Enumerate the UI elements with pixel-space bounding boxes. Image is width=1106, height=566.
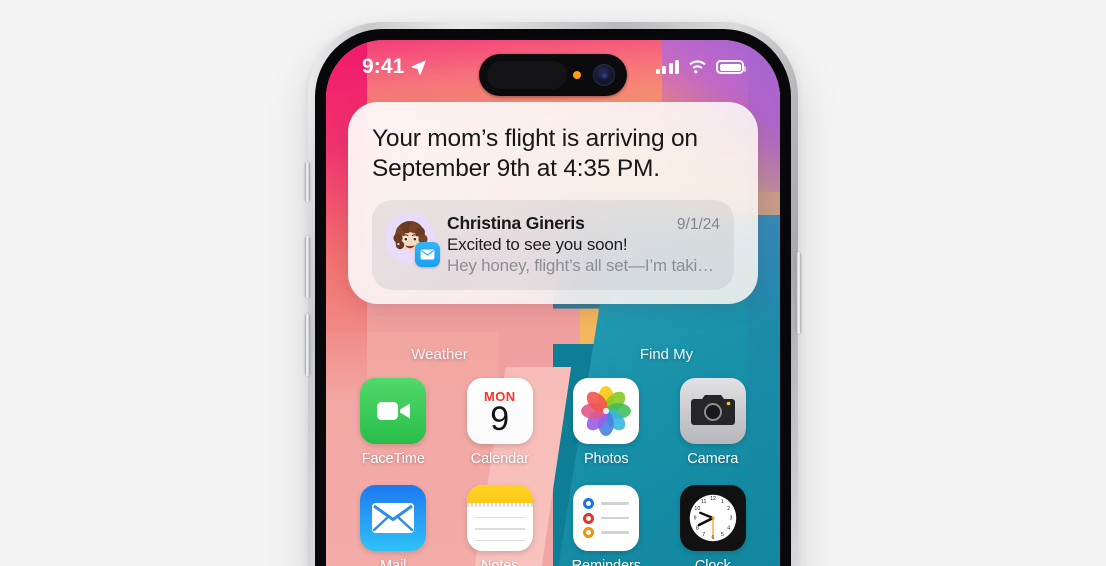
volume-down-button[interactable] xyxy=(305,314,310,376)
app-clock[interactable]: 121 23 45 67 89 1011 xyxy=(660,485,767,566)
avatar xyxy=(385,212,440,267)
svg-text:11: 11 xyxy=(701,499,707,505)
svg-text:9: 9 xyxy=(693,516,696,522)
app-camera[interactable]: Camera xyxy=(660,378,767,467)
svg-text:1: 1 xyxy=(721,499,724,505)
notification-card[interactable]: Your mom’s flight is arriving on Septemb… xyxy=(348,102,758,304)
facetime-icon xyxy=(360,378,427,444)
app-label: Notes xyxy=(481,558,519,566)
sender-name: Christina Gineris xyxy=(447,212,585,233)
device-bezel: 9:41 Your mom’s flight is arriving on Se… xyxy=(315,29,791,566)
clock-icon: 121 23 45 67 89 1011 xyxy=(679,485,746,551)
app-label: FaceTime xyxy=(361,451,425,467)
svg-text:8: 8 xyxy=(696,526,699,532)
widget-label-findmy: Find My xyxy=(639,346,694,363)
svg-text:10: 10 xyxy=(694,506,700,512)
widget-label-weather: Weather xyxy=(411,346,468,363)
wifi-icon xyxy=(689,60,706,74)
iphone-device: 9:41 Your mom’s flight is arriving on Se… xyxy=(305,22,801,566)
message-date: 9/1/24 xyxy=(676,215,720,233)
app-grid: FaceTime MON 9 Calendar Photos Camera Ma… xyxy=(326,378,780,566)
app-mail[interactable]: Mail xyxy=(340,485,447,566)
app-label: Reminders xyxy=(571,558,641,566)
svg-text:7: 7 xyxy=(702,532,705,538)
svg-text:2: 2 xyxy=(727,506,730,512)
app-photos[interactable]: Photos xyxy=(553,378,660,467)
svg-text:4: 4 xyxy=(727,526,730,532)
notification-headline: Your mom’s flight is arriving on Septemb… xyxy=(372,125,698,182)
widget-label-row: Weather Find My xyxy=(326,346,780,363)
mail-app-badge-icon xyxy=(415,241,440,267)
message-preview: Hey honey, flight’s all set—I’m takin… xyxy=(447,255,720,275)
island-pill xyxy=(487,61,567,89)
app-label: Mail xyxy=(380,558,407,566)
front-camera-lens-icon xyxy=(593,64,615,86)
mail-icon xyxy=(360,485,427,551)
calendar-icon: MON 9 xyxy=(466,378,533,444)
photos-icon xyxy=(573,378,640,444)
cellular-signal-icon xyxy=(655,59,679,74)
notes-icon xyxy=(466,485,533,551)
reminders-icon xyxy=(573,485,640,551)
app-reminders[interactable]: Reminders xyxy=(553,485,660,566)
app-notes[interactable]: Notes xyxy=(447,485,554,566)
location-arrow-icon xyxy=(412,60,427,75)
camera-icon xyxy=(679,378,746,444)
app-label: Photos xyxy=(583,451,629,467)
orange-recording-dot-icon xyxy=(573,71,581,79)
action-button[interactable] xyxy=(305,162,310,202)
message-subject: Excited to see you soon! xyxy=(447,234,628,254)
calendar-day: 9 xyxy=(490,399,510,438)
dynamic-island[interactable] xyxy=(479,54,627,96)
app-facetime[interactable]: FaceTime xyxy=(340,378,447,467)
app-label: Clock xyxy=(694,558,731,566)
status-bar-time: 9:41 xyxy=(362,55,405,78)
volume-up-button[interactable] xyxy=(305,236,310,298)
app-calendar[interactable]: MON 9 Calendar xyxy=(447,378,554,467)
svg-text:12: 12 xyxy=(710,496,716,502)
app-label: Calendar xyxy=(470,451,529,467)
device-screen: 9:41 Your mom’s flight is arriving on Se… xyxy=(326,40,780,566)
screenshot-stage: 9:41 Your mom’s flight is arriving on Se… xyxy=(0,0,1106,566)
svg-text:3: 3 xyxy=(729,516,732,522)
svg-text:5: 5 xyxy=(721,532,724,538)
power-button[interactable] xyxy=(796,252,801,334)
app-label: Camera xyxy=(687,451,739,467)
mail-notification-row[interactable]: Christina Gineris 9/1/24 Excited to see … xyxy=(372,199,734,290)
battery-icon xyxy=(716,60,746,74)
